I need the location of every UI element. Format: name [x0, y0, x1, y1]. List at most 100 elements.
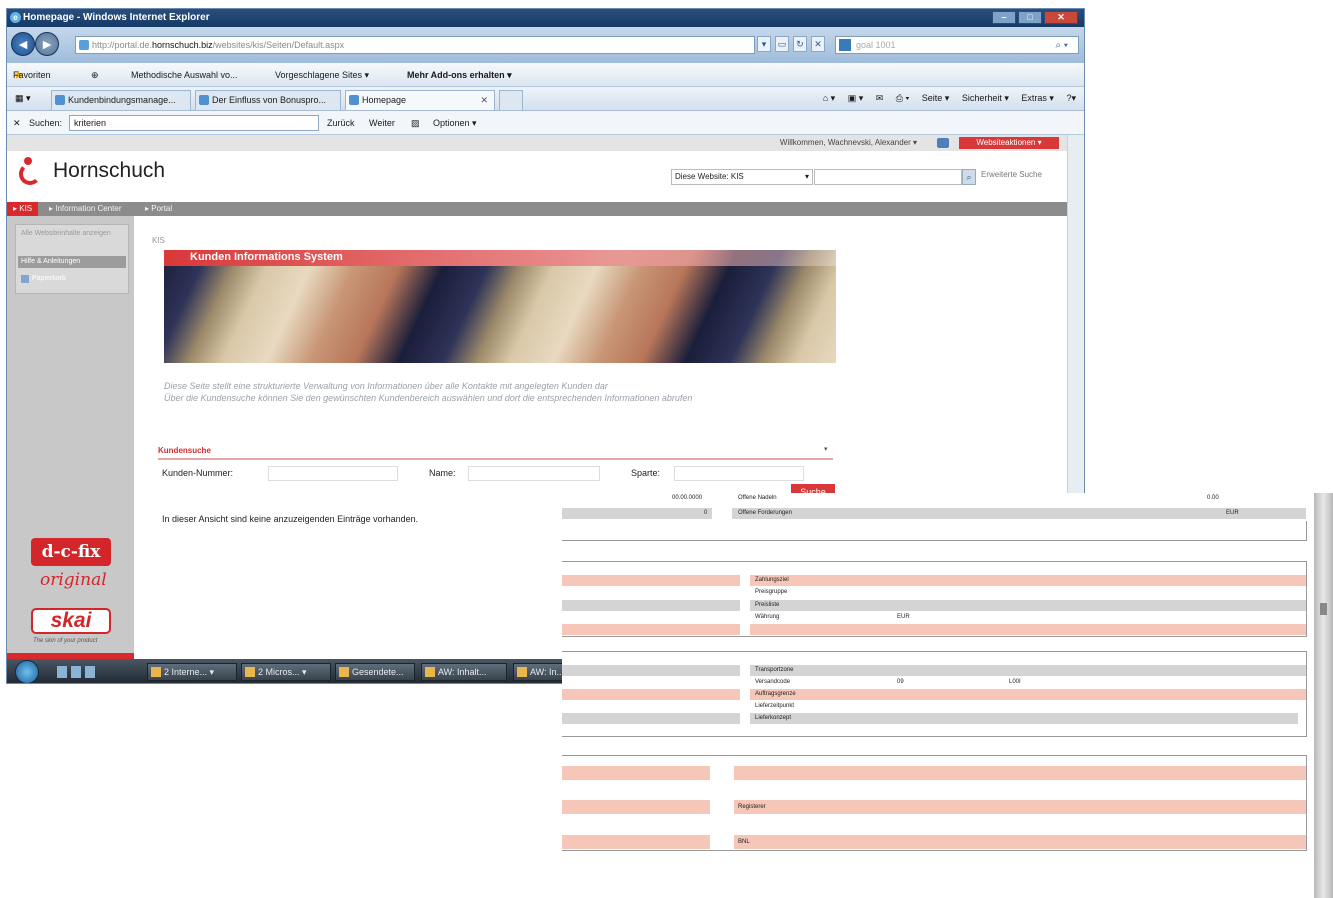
favorites-bar: ★ Favoriten ⊕ Methodische Auswahl vo... … — [7, 63, 1084, 87]
recycle-bin-link[interactable]: Papierkorb — [18, 273, 126, 285]
find-options-icon[interactable]: ▨ — [411, 111, 420, 135]
taskbar-ie[interactable]: 2 Interne... ▾ — [147, 663, 237, 681]
nav-info-label: Information Center — [55, 204, 122, 213]
field-bar[interactable] — [562, 575, 740, 586]
print-icon[interactable]: ⎙ ▾ — [896, 93, 909, 103]
close-window-button[interactable]: ✕ — [1044, 11, 1078, 24]
compatibility-icon[interactable]: ▭ — [775, 36, 789, 52]
nav-kis[interactable]: ▸ KIS — [7, 202, 39, 216]
home-icon[interactable]: ⌂ ▾ — [823, 93, 835, 103]
site-search-icon[interactable]: ⌕ — [962, 169, 976, 185]
tools-menu[interactable]: Extras ▾ — [1021, 93, 1054, 103]
refresh-icon[interactable]: ↻ — [793, 36, 807, 52]
start-button[interactable] — [15, 660, 39, 683]
name-label: Name: — [429, 468, 456, 478]
mail-task-icon — [339, 667, 349, 677]
stop-icon[interactable]: ✕ — [811, 36, 825, 52]
intro-text: Diese Seite stellt eine strukturierte Ve… — [164, 380, 844, 404]
add-favorite-icon[interactable]: ⊕ — [91, 63, 99, 87]
forward-button[interactable]: ► — [35, 32, 59, 56]
taskbar-office[interactable]: 2 Micros... ▾ — [241, 663, 331, 681]
field-bar[interactable] — [562, 508, 712, 519]
tab-homepage[interactable]: Homepage ✕ — [345, 90, 495, 110]
tab-kundenbindung[interactable]: Kundenbindungsmanage... — [51, 90, 191, 110]
bnl-field[interactable] — [734, 835, 1306, 849]
safety-menu[interactable]: Sicherheit ▾ — [962, 93, 1009, 103]
site-logo-text[interactable]: Hornschuch — [53, 159, 165, 183]
ie-task-icon — [151, 667, 161, 677]
field-bar[interactable] — [562, 713, 740, 724]
minimize-button[interactable]: – — [992, 11, 1016, 24]
field-bar[interactable] — [750, 624, 1306, 635]
price-list-field[interactable] — [750, 600, 1306, 611]
sp-help-icon[interactable] — [937, 138, 949, 148]
field-bar[interactable] — [562, 665, 740, 676]
eur-value-1: EUR — [1226, 510, 1239, 516]
nav-portal[interactable]: ▸ Portal — [145, 202, 172, 216]
top-navigation: ▸ KIS ▸ Information Center ▸ Portal — [7, 202, 1067, 216]
mail-icon[interactable]: ✉ — [876, 93, 884, 103]
back-button[interactable]: ◄ — [11, 32, 35, 56]
open-receivables-field[interactable] — [732, 508, 1306, 519]
find-next-button[interactable]: Weiter — [369, 111, 395, 135]
field-bar[interactable] — [734, 766, 1306, 780]
recycle-bin-label: Papierkorb — [32, 275, 66, 282]
new-tab-button[interactable] — [499, 90, 523, 110]
field-bar[interactable] — [562, 624, 740, 635]
division-input[interactable] — [674, 466, 804, 481]
dcfix-original-label: original — [40, 570, 107, 590]
taskbar-sent[interactable]: Gesendete... — [335, 663, 415, 681]
show-desktop-icon[interactable] — [57, 666, 67, 678]
url-field[interactable]: http://portal.de.hornschuch.biz/websites… — [75, 36, 755, 54]
collapse-arrow-icon[interactable]: ▾ — [824, 445, 828, 453]
explorer-icon[interactable] — [71, 666, 81, 678]
fav-link-3[interactable]: Mehr Add-ons erhalten ▾ — [407, 63, 512, 87]
open-orders-label: Offene Nadeln — [738, 495, 777, 501]
field-bar[interactable] — [562, 835, 710, 849]
field-bar[interactable] — [562, 766, 710, 780]
field-bar[interactable] — [562, 800, 710, 814]
close-find-icon[interactable]: ✕ — [13, 111, 21, 135]
advanced-search-link[interactable]: Erweiterte Suche — [981, 170, 1042, 179]
close-tab-icon[interactable]: ✕ — [480, 91, 488, 109]
breadcrumb[interactable]: KIS — [152, 236, 165, 245]
find-options-button[interactable]: Optionen ▾ — [433, 111, 477, 135]
welcome-menu[interactable]: Willkommen, Wachnevski, Alexander ▾ — [780, 135, 917, 151]
payment-terms-field[interactable] — [750, 575, 1306, 586]
help-icon[interactable]: ?▾ — [1066, 93, 1076, 103]
find-previous-button[interactable]: Zurück — [327, 111, 355, 135]
order-limit-field[interactable] — [750, 689, 1306, 700]
search-scope-select[interactable]: Diese Website: KIS ▾ — [671, 169, 813, 185]
open-orders-value: 0.00 — [1207, 495, 1219, 501]
page-menu[interactable]: Seite ▾ — [922, 93, 950, 103]
site-search-input[interactable] — [814, 169, 962, 185]
site-actions-button[interactable]: Websiteaktionen ▾ — [959, 137, 1059, 149]
feeds-icon[interactable]: ▣ ▾ — [848, 93, 864, 103]
ie-quick-icon[interactable] — [85, 666, 95, 678]
delivery-concept-field[interactable] — [750, 713, 1298, 724]
find-input[interactable]: kriterien — [69, 115, 319, 131]
web-search-input[interactable]: goal 1001 ⌕ ▾ — [835, 36, 1079, 54]
overlay-scrollbar[interactable] — [1314, 493, 1333, 898]
dropdown-arrow-icon[interactable]: ▾ — [757, 36, 771, 52]
search-icon[interactable]: ⌕ ▾ — [1055, 38, 1068, 54]
nav-information-center[interactable]: ▸ Information Center — [49, 202, 122, 216]
help-guides-link[interactable]: Hilfe & Anleitungen — [18, 256, 126, 268]
transport-zone-field[interactable] — [750, 665, 1306, 676]
search-provider-icon — [839, 39, 851, 51]
quick-tabs-icon[interactable]: ▦ ▾ — [15, 87, 31, 109]
fav-link-2[interactable]: Vorgeschlagene Sites ▾ — [275, 63, 369, 87]
taskbar-mail-1[interactable]: AW: Inhalt... — [421, 663, 507, 681]
name-input[interactable] — [468, 466, 600, 481]
registerer-field[interactable] — [734, 800, 1306, 814]
field-bar[interactable] — [562, 600, 740, 611]
field-bar[interactable] — [562, 689, 740, 700]
view-all-site-content-link[interactable]: Alle Websiteinhalte anzeigen — [21, 229, 121, 238]
tab-bonus[interactable]: Der Einfluss von Bonuspro... — [195, 90, 341, 110]
scrollbar-grip-icon[interactable] — [1320, 603, 1327, 615]
fav-link-1[interactable]: Methodische Auswahl vo... — [131, 63, 238, 87]
maximize-button[interactable]: □ — [1018, 11, 1042, 24]
shipping-code-label: Versandcode — [755, 679, 791, 685]
customer-number-input[interactable] — [268, 466, 398, 481]
kis-banner-image: Kunden Informations System — [164, 250, 836, 363]
